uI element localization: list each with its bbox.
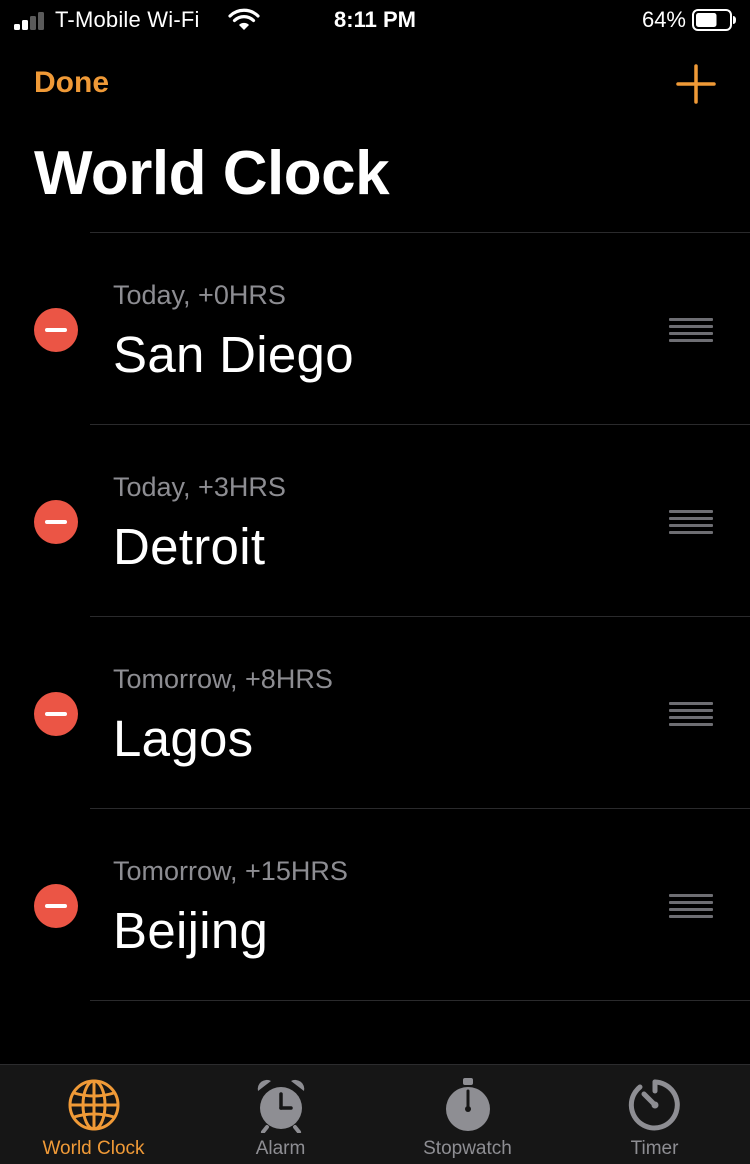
list-divider	[90, 1000, 750, 1001]
list-item: Today, +0HRS San Diego	[0, 233, 750, 424]
list-item: Tomorrow, +15HRS Beijing	[0, 809, 750, 1000]
delete-minus-icon[interactable]	[34, 308, 78, 352]
world-clock-list: Today, +0HRS San Diego Today, +3HRS Detr…	[0, 232, 750, 1001]
done-button[interactable]: Done	[34, 66, 109, 100]
tab-label: Stopwatch	[423, 1138, 512, 1159]
time-offset-label: Today, +3HRS	[113, 472, 286, 502]
time-offset-label: Today, +0HRS	[113, 280, 286, 310]
tab-alarm[interactable]: Alarm	[187, 1065, 374, 1164]
tab-label: World Clock	[42, 1138, 145, 1159]
reorder-handle-icon[interactable]	[669, 702, 713, 726]
tab-world-clock[interactable]: World Clock	[0, 1065, 187, 1164]
stopwatch-icon	[445, 1078, 490, 1131]
tab-label: Alarm	[255, 1138, 306, 1159]
world-clock-screen: T-Mobile Wi-Fi 8:11 PM 64% Done World Cl…	[0, 0, 750, 1164]
delete-minus-icon[interactable]	[34, 884, 78, 928]
tab-timer[interactable]: Timer	[561, 1065, 748, 1164]
reorder-handle-icon[interactable]	[669, 894, 713, 918]
city-name: Beijing	[113, 902, 269, 959]
plus-icon[interactable]	[674, 62, 718, 106]
tab-label: Timer	[630, 1138, 679, 1159]
globe-icon	[68, 1079, 119, 1131]
city-name: San Diego	[113, 326, 354, 383]
city-name: Detroit	[113, 518, 266, 575]
list-item: Today, +3HRS Detroit	[0, 425, 750, 616]
battery-icon	[692, 9, 736, 31]
timer-icon	[628, 1079, 680, 1131]
reorder-handle-icon[interactable]	[669, 318, 713, 342]
status-time: 8:11 PM	[334, 7, 416, 32]
time-offset-label: Tomorrow, +15HRS	[113, 856, 348, 886]
delete-minus-icon[interactable]	[34, 500, 78, 544]
page-title: World Clock	[34, 139, 390, 208]
status-bar: T-Mobile Wi-Fi 8:11 PM 64%	[0, 0, 750, 42]
reorder-handle-icon[interactable]	[669, 510, 713, 534]
city-name: Lagos	[113, 710, 254, 767]
list-item: Tomorrow, +8HRS Lagos	[0, 617, 750, 808]
tab-bar: World Clock Alarm Stopwatch Timer	[0, 1064, 750, 1164]
delete-minus-icon[interactable]	[34, 692, 78, 736]
battery-percentage: 64%	[641, 7, 686, 32]
alarm-clock-icon	[257, 1079, 304, 1133]
time-offset-label: Tomorrow, +8HRS	[113, 664, 333, 694]
tab-stopwatch[interactable]: Stopwatch	[374, 1065, 561, 1164]
